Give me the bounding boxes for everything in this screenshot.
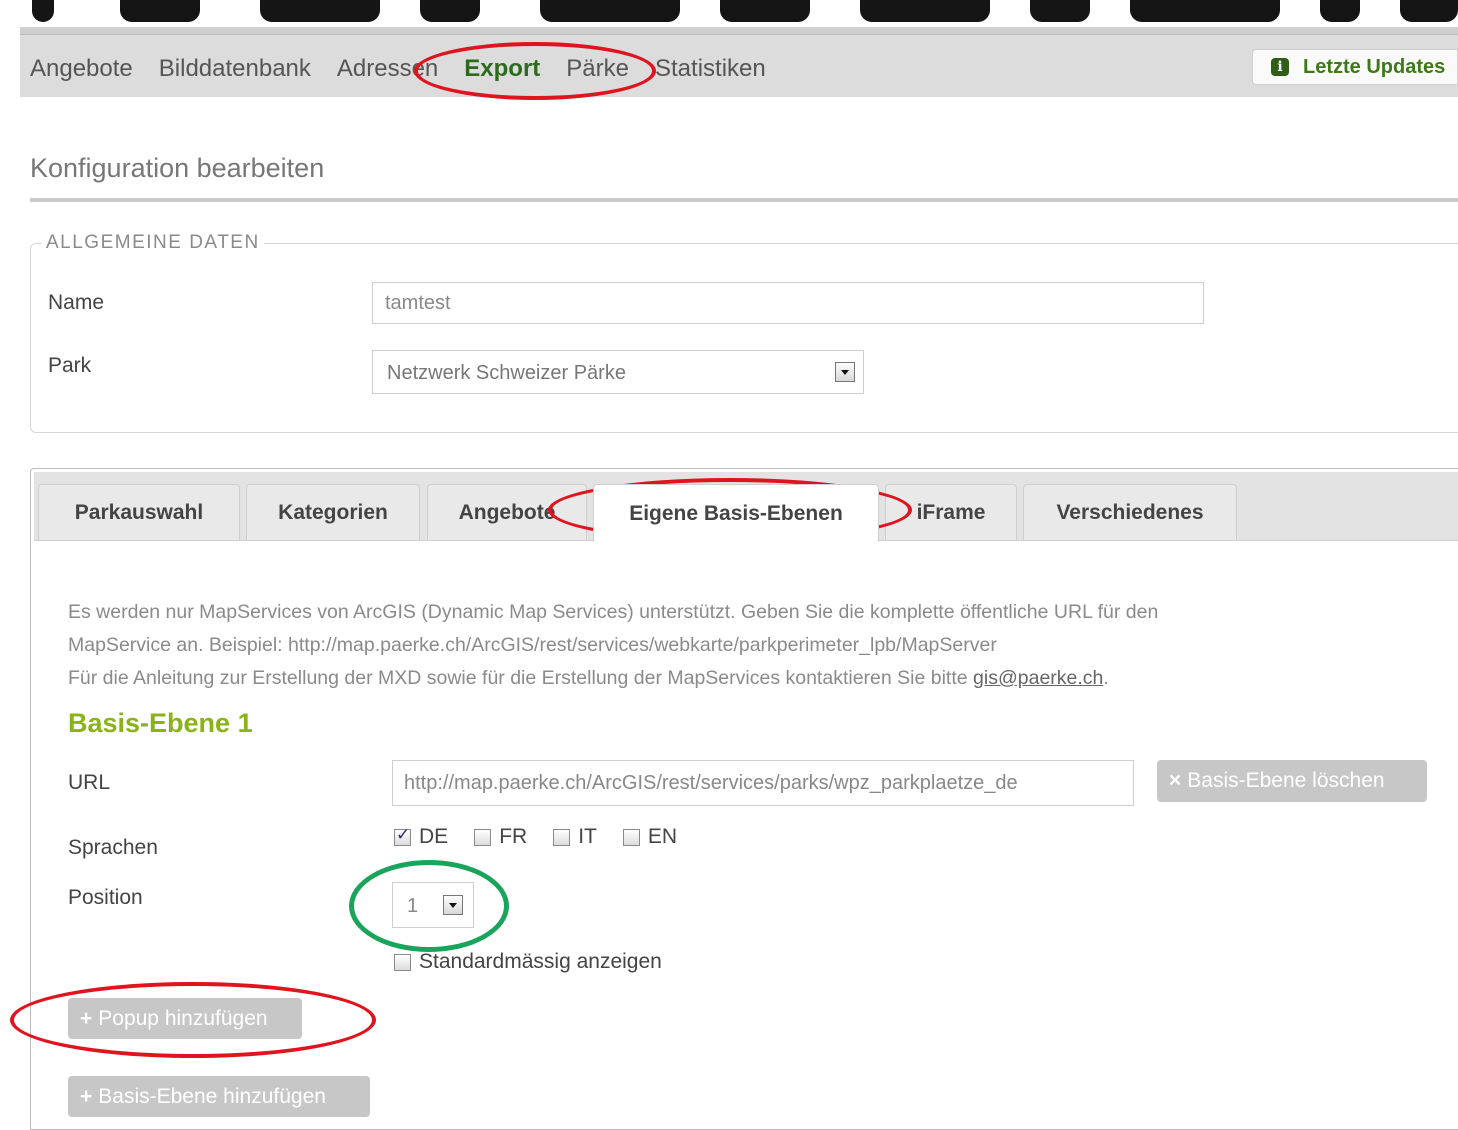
contact-email-link[interactable]: gis@paerke.ch — [973, 667, 1103, 689]
annotation-ellipse-popup — [10, 982, 376, 1058]
language-code-en: EN — [647, 825, 678, 848]
chevron-down-icon[interactable] — [835, 362, 855, 382]
layer-section-title: Basis-Ebene 1 — [68, 708, 253, 738]
delete-layer-button[interactable]: × Basis-Ebene löschen — [1157, 760, 1427, 802]
latest-updates-button[interactable]: i Letzte Updates — [1252, 49, 1458, 85]
park-label: Park — [48, 354, 92, 377]
language-code-it: IT — [578, 825, 597, 848]
general-data-fieldset — [30, 243, 1458, 433]
checkbox-de[interactable] — [394, 825, 411, 846]
checkbox-default-display[interactable] — [394, 953, 411, 971]
language-option-fr[interactable]: FR — [474, 825, 527, 849]
language-option-en[interactable]: EN — [622, 825, 678, 849]
cropped-header-band — [0, 0, 1458, 24]
annotation-ellipse-export — [414, 42, 656, 100]
add-layer-button[interactable]: + Basis-Ebene hinzufügen — [68, 1076, 370, 1117]
general-data-legend: ALLGEMEINE DATEN — [42, 232, 264, 254]
annotation-ellipse-position — [349, 860, 509, 952]
nav-item-angebote[interactable]: Angebote — [30, 55, 133, 83]
description-line-3-text: Für die Anleitung zur Erstellung der MXD… — [68, 667, 974, 689]
language-code-de: DE — [419, 825, 449, 848]
title-divider — [30, 198, 1458, 202]
info-icon: i — [1271, 58, 1289, 76]
url-input[interactable]: http://map.paerke.ch/ArcGIS/rest/service… — [392, 760, 1134, 806]
tab-parkauswahl[interactable]: Parkauswahl — [38, 484, 240, 540]
nav-item-bilddatenbank[interactable]: Bilddatenbank — [159, 55, 311, 83]
description-line-3-end: . — [1103, 667, 1109, 689]
page-title: Konfiguration bearbeiten — [30, 153, 325, 183]
description-line-3: Für die Anleitung zur Erstellung der MXD… — [68, 662, 1428, 695]
nav-item-statistiken[interactable]: Statistiken — [655, 55, 766, 83]
languages-label: Sprachen — [68, 836, 158, 859]
tab-verschiedenes[interactable]: Verschiedenes — [1023, 484, 1237, 540]
navbar-top-line — [20, 27, 1458, 35]
checkbox-fr[interactable] — [474, 828, 492, 846]
default-display-label: Standardmässig anzeigen — [419, 950, 662, 973]
description-line-2: MapService an. Beispiel: http://map.paer… — [68, 634, 997, 656]
tab-eigene-basis-ebenen[interactable]: Eigene Basis-Ebenen — [593, 484, 879, 542]
park-select-value: Netzwerk Schweizer Pärke — [387, 362, 626, 384]
tab-kategorien[interactable]: Kategorien — [246, 484, 420, 540]
park-select[interactable]: Netzwerk Schweizer Pärke — [372, 350, 864, 394]
language-code-fr: FR — [499, 825, 528, 848]
add-layer-label: Basis-Ebene hinzufügen — [98, 1084, 326, 1108]
url-label: URL — [68, 771, 111, 794]
checkbox-en[interactable] — [622, 828, 640, 846]
name-input[interactable]: tamtest — [372, 282, 1204, 324]
language-option-it[interactable]: IT — [553, 825, 597, 849]
description-line-1: Es werden nur MapServices von ArcGIS (Dy… — [68, 601, 1159, 623]
latest-updates-label: Letzte Updates — [1303, 55, 1446, 78]
close-icon: × — [1169, 769, 1182, 792]
name-label: Name — [48, 291, 105, 314]
nav-items: Angebote Bilddatenbank Adressen Export P… — [30, 55, 792, 83]
default-display-option[interactable]: Standardmässig anzeigen — [394, 950, 662, 974]
main-navbar: Angebote Bilddatenbank Adressen Export P… — [20, 27, 1458, 97]
position-label: Position — [68, 886, 143, 909]
language-checkboxes: DE FR IT EN — [394, 825, 703, 849]
language-option-de[interactable]: DE — [394, 825, 448, 849]
mapservice-description: Es werden nur MapServices von ArcGIS (Dy… — [68, 596, 1428, 695]
checkbox-it[interactable] — [553, 828, 571, 846]
delete-layer-label: Basis-Ebene löschen — [1187, 769, 1385, 792]
plus-icon: + — [80, 1084, 93, 1108]
